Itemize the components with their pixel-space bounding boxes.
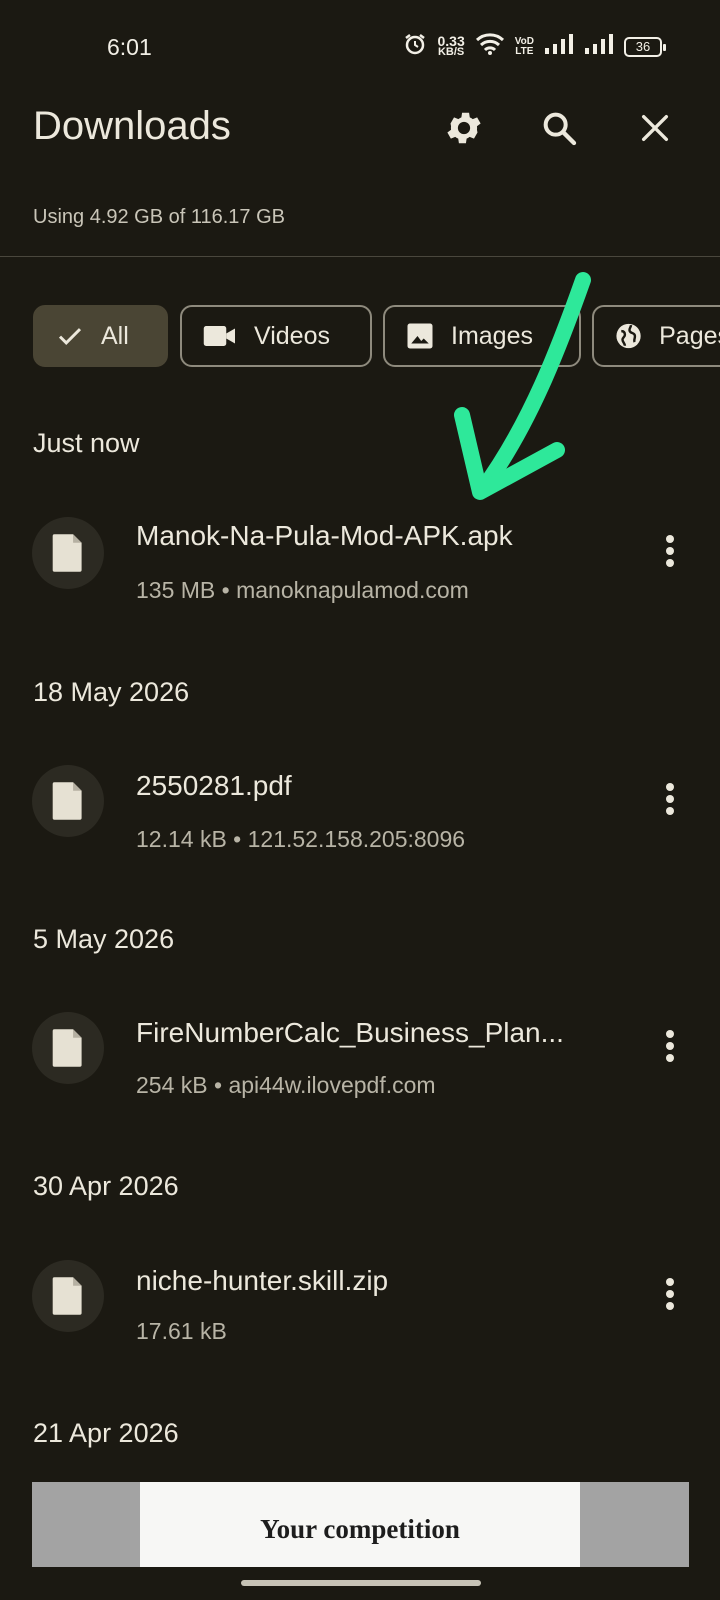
- download-item-name[interactable]: Manok-Na-Pula-Mod-APK.apk: [136, 520, 513, 552]
- status-icons: 0.33 KB/S VoD LTE 36: [403, 32, 666, 61]
- filter-chip-videos[interactable]: Videos: [180, 305, 372, 367]
- section-heading: 30 Apr 2026: [33, 1171, 179, 1201]
- more-options-button[interactable]: [650, 771, 690, 827]
- alarm-icon: [403, 32, 427, 61]
- file-icon: [52, 1029, 82, 1067]
- more-options-button[interactable]: [650, 1266, 690, 1322]
- home-gesture-handle[interactable]: [241, 1580, 481, 1586]
- network-speed-unit: KB/S: [437, 45, 465, 58]
- thumbnail-text: Your competition: [140, 1482, 580, 1572]
- filter-chip-label: Videos: [254, 321, 330, 350]
- video-icon: [203, 326, 235, 346]
- search-button[interactable]: [535, 104, 583, 152]
- page-title: Downloads: [33, 104, 231, 148]
- filter-chip-all[interactable]: All: [33, 305, 168, 367]
- more-options-button[interactable]: [650, 1018, 690, 1074]
- file-icon-wrapper: [32, 765, 104, 837]
- globe-icon: [616, 323, 641, 349]
- gear-icon: [447, 112, 481, 144]
- settings-button[interactable]: [440, 104, 488, 152]
- volte-top: VoD: [514, 35, 534, 47]
- image-thumbnail[interactable]: Your competition: [32, 1482, 689, 1572]
- more-vert-icon: [666, 1278, 674, 1310]
- signal-icon-2: [584, 33, 614, 60]
- wifi-icon: [475, 32, 505, 61]
- volte-indicator: VoD LTE: [514, 35, 534, 57]
- download-item-meta: 254 kB • api44w.ilovepdf.com: [136, 1072, 436, 1098]
- divider: [0, 256, 720, 257]
- status-time: 6:01: [107, 34, 152, 60]
- filter-chip-label: Pages: [659, 321, 720, 350]
- section-heading: Just now: [33, 428, 140, 458]
- network-speed: 0.33 KB/S: [437, 34, 465, 58]
- annotation-arrow: [454, 272, 591, 500]
- filter-chip-label: All: [101, 321, 129, 350]
- file-icon-wrapper: [32, 1260, 104, 1332]
- download-item-name[interactable]: niche-hunter.skill.zip: [136, 1265, 388, 1297]
- check-icon: [58, 328, 82, 345]
- battery-indicator: 36: [624, 36, 666, 57]
- download-item-name[interactable]: FireNumberCalc_Business_Plan...: [136, 1017, 564, 1049]
- search-icon: [543, 112, 577, 146]
- download-item-name[interactable]: 2550281.pdf: [136, 770, 292, 802]
- section-heading: 5 May 2026: [33, 924, 175, 954]
- file-icon-wrapper: [32, 1012, 104, 1084]
- image-icon: [407, 323, 433, 349]
- storage-usage: Using 4.92 GB of 116.17 GB: [33, 206, 286, 228]
- close-icon: [641, 114, 669, 142]
- download-item-meta: 12.14 kB • 121.52.158.205:8096: [136, 826, 466, 852]
- section-heading: 21 Apr 2026: [33, 1418, 179, 1448]
- more-options-button[interactable]: [650, 523, 690, 579]
- file-icon: [52, 782, 82, 820]
- download-item-meta: 135 MB • manoknapulamod.com: [136, 577, 469, 603]
- filter-chip-pages[interactable]: Pages: [592, 305, 720, 367]
- more-vert-icon: [666, 783, 674, 815]
- signal-icon: [544, 33, 574, 60]
- section-heading: 18 May 2026: [33, 677, 190, 707]
- file-icon: [52, 534, 82, 572]
- more-vert-icon: [666, 535, 674, 567]
- more-vert-icon: [666, 1030, 674, 1062]
- download-item-meta: 17.61 kB: [136, 1318, 227, 1344]
- close-button[interactable]: [631, 104, 679, 152]
- file-icon: [52, 1277, 82, 1315]
- file-icon-wrapper: [32, 517, 104, 589]
- volte-bottom: LTE: [515, 45, 534, 57]
